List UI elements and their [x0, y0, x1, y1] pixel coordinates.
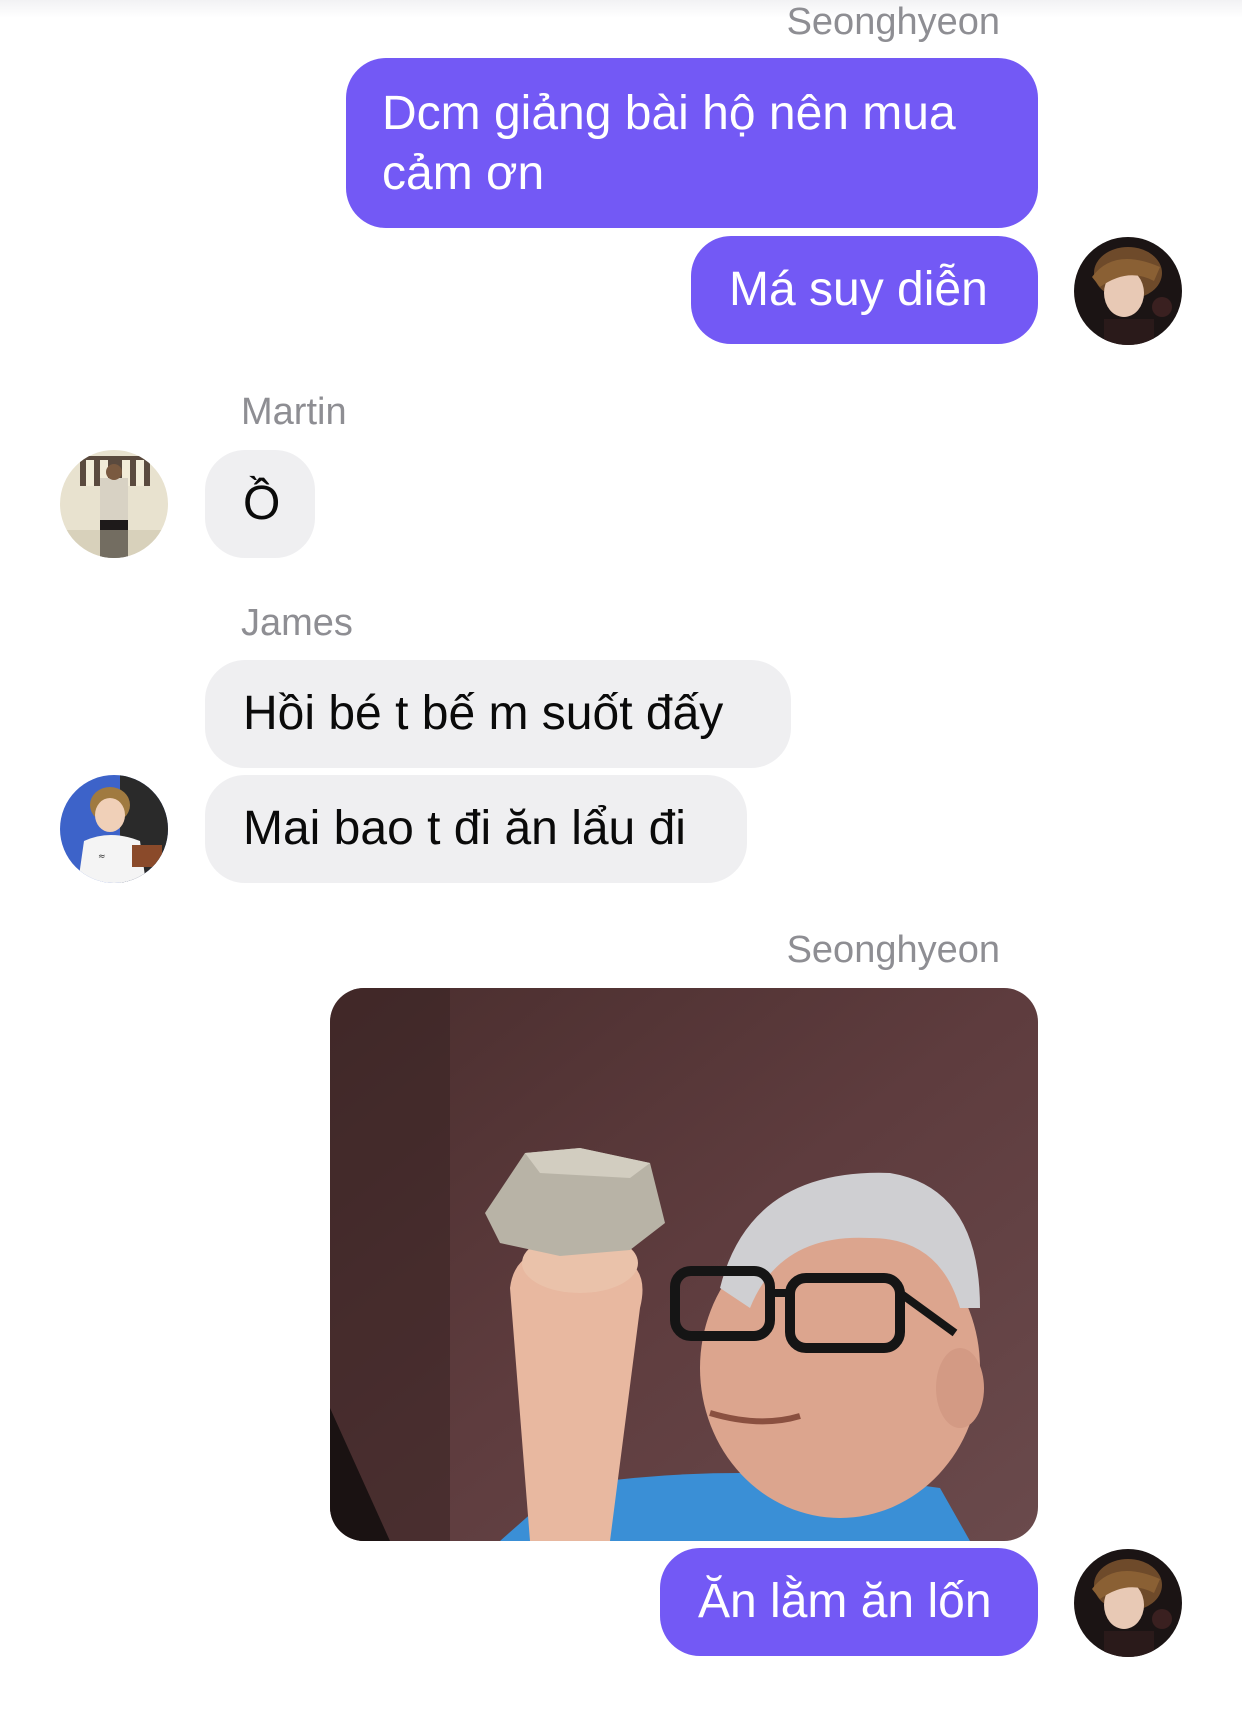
message-bubble-incoming[interactable]: Mai bao t đi ăn lẩu đi: [205, 775, 747, 883]
message-text: Mai bao t đi ăn lẩu đi: [243, 802, 686, 855]
sender-name-seonghyeon: Seonghyeon: [786, 929, 1000, 971]
shared-image[interactable]: [330, 988, 1038, 1541]
message-text: Dcm giảng bài hộ nên mua cảm ơn: [382, 87, 956, 200]
message-text: Má suy diễn: [729, 263, 988, 316]
svg-text:≈: ≈: [98, 852, 106, 862]
message-text: Ồ: [243, 477, 281, 530]
message-bubble-incoming[interactable]: Ồ: [205, 450, 315, 558]
top-fade: [0, 0, 1242, 18]
avatar-seonghyeon-icon[interactable]: [1074, 1549, 1182, 1657]
message-bubble-outgoing[interactable]: Dcm giảng bài hộ nên mua cảm ơn: [346, 58, 1038, 228]
message-bubble-outgoing[interactable]: Ăn lằm ăn lốn: [660, 1548, 1038, 1656]
meme-man-holding-rock-icon: [330, 988, 1038, 1541]
message-text: Hồi bé t bế m suốt đấy: [243, 687, 724, 740]
sender-name-james: James: [241, 602, 353, 644]
message-bubble-incoming[interactable]: Hồi bé t bế m suốt đấy: [205, 660, 791, 768]
message-bubble-outgoing[interactable]: Má suy diễn: [691, 236, 1038, 344]
avatar-seonghyeon-icon[interactable]: [1074, 237, 1182, 345]
sender-name-seonghyeon: Seonghyeon: [786, 1, 1000, 43]
avatar-james-icon[interactable]: ≈: [60, 775, 168, 883]
sender-name-martin: Martin: [241, 391, 347, 433]
avatar-martin-icon[interactable]: [60, 450, 168, 558]
message-text: Ăn lằm ăn lốn: [698, 1575, 992, 1628]
